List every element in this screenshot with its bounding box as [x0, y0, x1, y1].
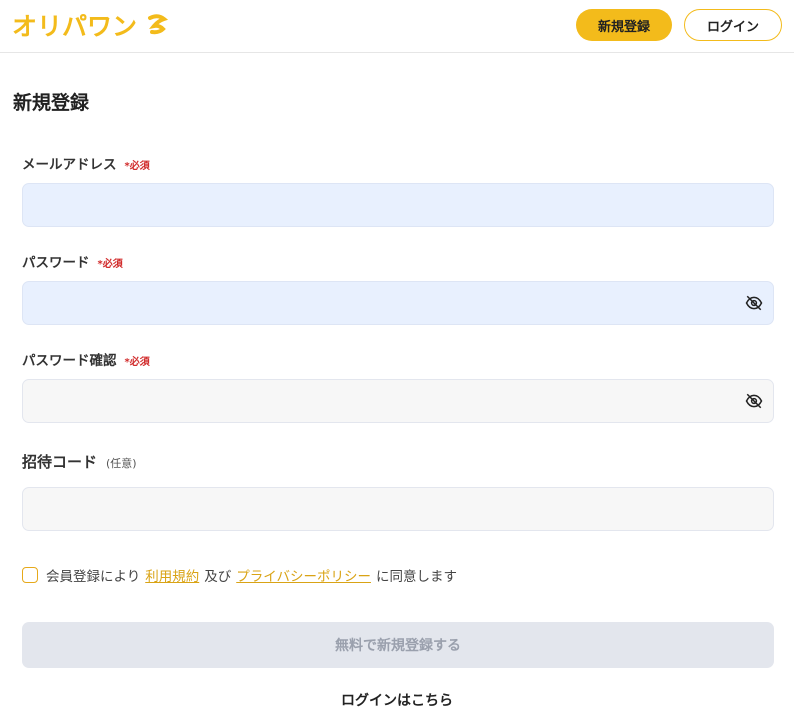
invite-code-label-text: 招待コード: [22, 453, 98, 471]
required-badge: *必須: [97, 259, 123, 270]
email-label: メールアドレス *必須: [22, 153, 150, 173]
required-badge: *必須: [124, 161, 150, 172]
top-header: オリパワン 新規登録 ログイン: [0, 0, 794, 53]
password-confirm-label-text: パスワード確認: [22, 353, 117, 369]
password-label: パスワード *必須: [22, 251, 123, 271]
password-confirm-label: パスワード確認 *必須: [22, 349, 150, 369]
invite-code-field[interactable]: [22, 487, 774, 531]
agreement-middle: 及び: [204, 569, 232, 585]
svg-text:オリパワン: オリパワン: [12, 12, 137, 40]
password-confirm-field[interactable]: [22, 379, 774, 423]
page-title: 新規登録: [13, 92, 90, 114]
password-field[interactable]: [22, 281, 774, 325]
agreement-suffix: に同意します: [375, 569, 457, 585]
agreement-row: 会員登録により 利用規約 及び プライバシーポリシー に同意します: [22, 565, 457, 585]
oripa-one-logo[interactable]: オリパワン: [12, 10, 172, 40]
privacy-policy-link[interactable]: プライバシーポリシー: [236, 565, 371, 585]
optional-badge: (任意): [106, 457, 137, 470]
submit-register-button[interactable]: 無料で新規登録する: [22, 622, 774, 668]
logo-swirl-mark: [148, 14, 169, 35]
email-label-text: メールアドレス: [22, 157, 117, 173]
eye-off-icon[interactable]: [745, 392, 763, 410]
agree-checkbox[interactable]: [22, 567, 38, 583]
required-badge: *必須: [124, 357, 150, 368]
password-label-text: パスワード: [22, 255, 90, 271]
email-field[interactable]: [22, 183, 774, 227]
login-here-link[interactable]: ログインはこちら: [0, 690, 794, 710]
eye-off-icon[interactable]: [745, 294, 763, 312]
register-button[interactable]: 新規登録: [576, 9, 672, 41]
invite-code-label: 招待コード (任意): [22, 451, 137, 472]
login-button[interactable]: ログイン: [684, 9, 782, 41]
terms-link[interactable]: 利用規約: [145, 565, 199, 585]
agreement-prefix: 会員登録により: [46, 569, 141, 585]
